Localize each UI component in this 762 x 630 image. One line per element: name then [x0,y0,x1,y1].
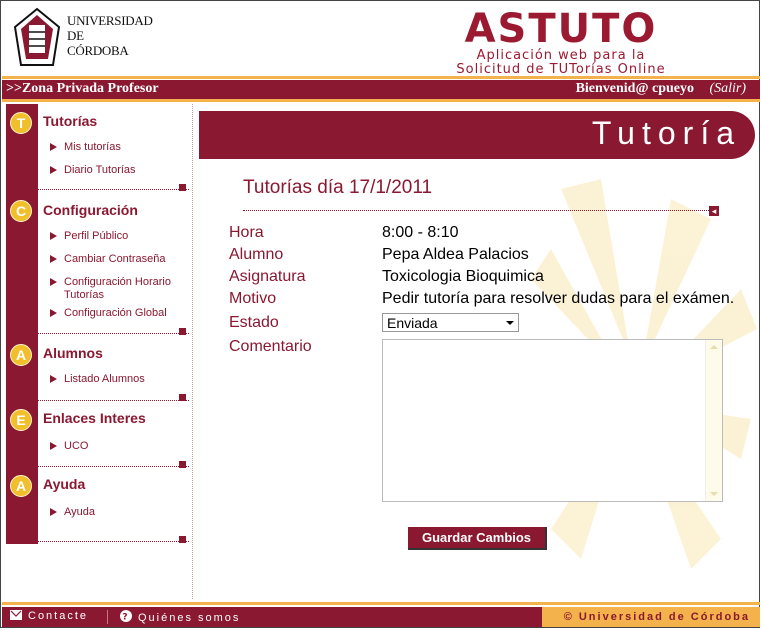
arrow-right-icon [50,442,57,450]
university-name: UNIVERSIDAD DE CÓRDOBA [67,13,153,58]
app-title: ASTUTO [464,6,658,52]
sidebar-item-label: Diario Tutorías [64,164,136,176]
estado-selected-value: Enviada [387,315,438,331]
arrow-right-icon [50,309,57,317]
sidebar-item-mis-tutorias[interactable]: Mis tutorías [50,141,121,154]
logout-link[interactable]: (Salir) [709,81,746,97]
arrow-right-icon [50,278,57,286]
save-changes-button[interactable]: Guardar Cambios [408,527,547,550]
contact-label: Contacte [28,610,89,622]
sidebar-item-configuracion-horario[interactable]: Configuración Horario Tutorías [50,276,184,302]
university-line-2: DE [67,28,84,43]
app-subtitle-line-1: Aplicación web para la [476,48,646,63]
asignatura-label: Asignatura [229,268,306,285]
chevron-down-icon [506,321,514,325]
motivo-label: Motivo [229,290,277,307]
sidebar: T Tutorías Mis tutorías Diario Tutorías … [6,104,189,544]
mail-icon [10,610,22,620]
sidebar-item-label: Cambiar Contraseña [64,253,166,265]
scroll-down-icon[interactable] [710,492,718,496]
sidebar-item-label: Ayuda [64,506,95,518]
alumnos-circle-icon: A [10,344,32,366]
motivo-value: Pedir tutoría para resolver dudas para e… [382,290,735,307]
arrow-right-icon [50,166,57,174]
estado-select[interactable]: Enviada [382,313,519,332]
footer: Contacte ? Quiénes somos © Universidad de… [2,607,760,627]
hora-value: 8:00 - 8:10 [382,224,459,241]
contact-link[interactable]: Contacte [10,610,88,622]
about-link[interactable]: ? Quiénes somos [120,610,240,624]
header-divider [2,76,760,79]
page-frame: UNIVERSIDAD DE CÓRDOBA ASTUTO Aplicación… [0,0,760,628]
university-line-1: UNIVERSIDAD [67,13,153,28]
sidebar-title-enlaces: Enlaces Interes [43,410,146,426]
arrow-right-icon [50,508,57,516]
page-title: Tutorías día 17/1/2011 [243,177,433,198]
sidebar-item-label: Configuración Global [64,307,167,319]
sidebar-item-ayuda[interactable]: Ayuda [50,506,95,519]
asignatura-value: Toxicologia Bioquimica [382,268,544,285]
svg-text:?: ? [122,613,129,623]
sidebar-item-listado-alumnos[interactable]: Listado Alumnos [50,373,145,386]
page-banner-title: Tutoría [591,115,741,151]
scroll-up-icon[interactable] [710,345,718,349]
arrow-right-icon [50,375,57,383]
copyright-text: © Universidad de Córdoba [542,607,760,627]
hora-label: Hora [229,224,264,241]
alumno-value: Pepa Aldea Palacios [382,246,529,263]
app-subtitle-line-2: Solicitud de TUTorías Online [456,62,666,77]
sidebar-item-perfil-publico[interactable]: Perfil Público [50,230,128,243]
alumno-label: Alumno [229,246,284,263]
sidebar-item-label: Listado Alumnos [64,373,145,385]
sidebar-divider [6,400,189,401]
welcome-text: Bienvenid@ cpueyo [575,81,694,96]
title-divider [243,210,709,211]
sidebar-divider [6,466,189,467]
sidebar-item-configuracion-global[interactable]: Configuración Global [50,307,167,320]
app-brand: ASTUTO Aplicación web para la Solicitud … [401,9,721,77]
arrow-right-icon [50,143,57,151]
tutorias-circle-icon: T [10,112,32,134]
content-divider [192,104,193,599]
sidebar-divider [6,541,189,542]
university-line-3: CÓRDOBA [67,43,129,58]
top-bar: >>Zona Privada Profesor Bienvenid@ cpuey… [2,80,760,99]
arrow-right-icon [50,255,57,263]
sidebar-item-label: Mis tutorías [64,141,121,153]
university-logo-icon [13,7,61,66]
sidebar-item-label: Configuración Horario Tutorías [64,276,171,301]
sidebar-title-alumnos: Alumnos [43,345,103,361]
sidebar-title-tutorias: Tutorías [43,113,98,129]
enlaces-circle-icon: E [10,409,32,431]
topbar-divider [2,99,760,102]
comentario-textarea[interactable] [382,339,723,502]
arrow-right-icon [50,232,57,240]
sidebar-item-diario-tutorias[interactable]: Diario Tutorías [50,164,136,177]
sidebar-divider [6,333,189,334]
back-arrow-icon[interactable]: ◂ [709,206,719,216]
sidebar-item-uco[interactable]: UCO [50,440,88,453]
sidebar-title-configuracion: Configuración [43,202,138,218]
sidebar-item-cambiar-contrasena[interactable]: Cambiar Contraseña [50,253,166,266]
footer-divider [2,602,760,605]
ayuda-circle-icon: A [10,475,32,497]
comentario-label: Comentario [229,338,312,355]
sidebar-divider [6,189,189,190]
zone-label: >>Zona Privada Profesor [6,81,159,96]
sidebar-item-label: UCO [64,440,89,452]
sidebar-title-ayuda: Ayuda [43,476,86,492]
info-icon: ? [120,610,132,622]
estado-label: Estado [229,314,279,331]
page-banner: Tutoría [199,111,755,159]
configuracion-circle-icon: C [10,200,32,222]
textarea-scrollbar[interactable] [705,340,722,501]
sidebar-item-label: Perfil Público [64,230,129,242]
about-label: Quiénes somos [138,612,241,624]
footer-separator [107,610,108,624]
